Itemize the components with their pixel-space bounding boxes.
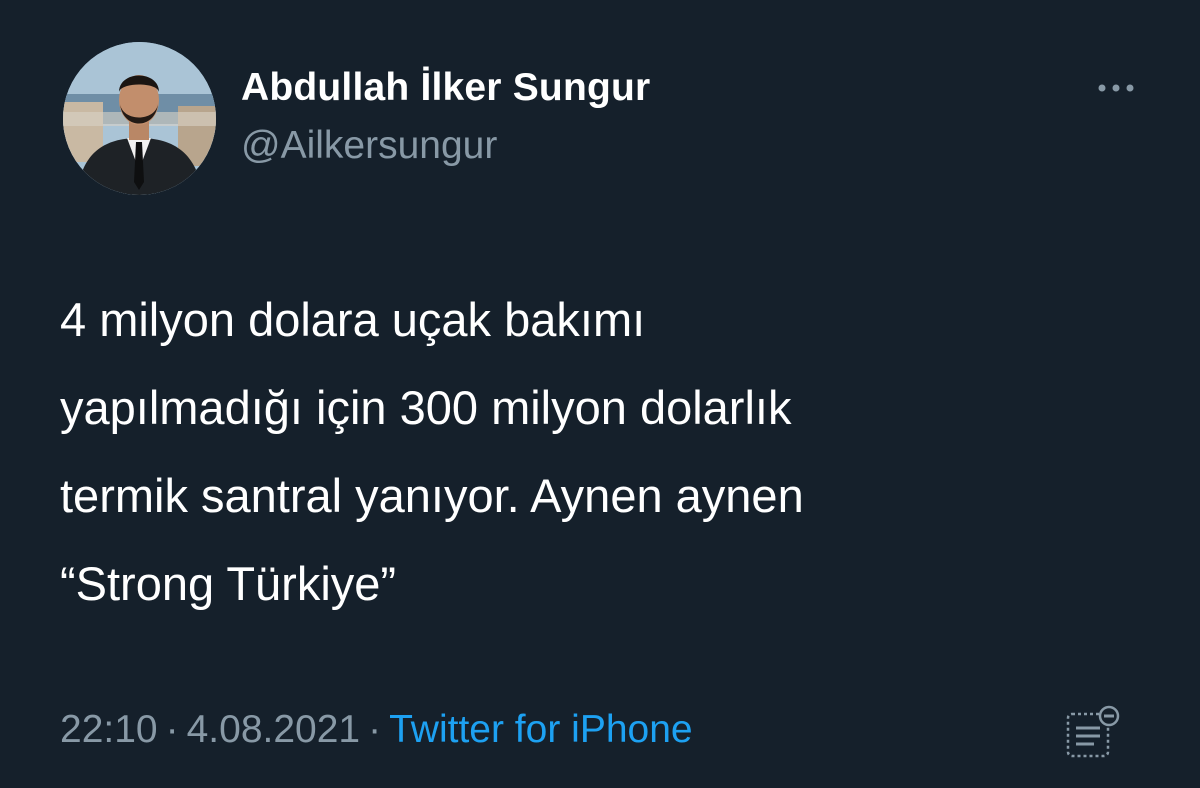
tweet-meta: 22:10 · 4.08.2021 · Twitter for iPhone: [60, 708, 693, 752]
tweet-source-link[interactable]: Twitter for iPhone: [389, 708, 692, 751]
tweet-date[interactable]: 4.08.2021: [187, 708, 361, 751]
display-name[interactable]: Abdullah İlker Sungur: [241, 66, 650, 110]
tweet-card: Abdullah İlker Sungur @Ailkersungur 4 mi…: [0, 0, 1200, 788]
tweet-analytics-icon[interactable]: [1062, 702, 1124, 764]
more-options-icon[interactable]: [1092, 76, 1140, 100]
avatar-photo: [63, 42, 216, 195]
user-handle[interactable]: @Ailkersungur: [241, 124, 497, 168]
avatar[interactable]: [63, 42, 216, 195]
meta-separator: ·: [368, 708, 382, 751]
tweet-time[interactable]: 22:10: [60, 708, 158, 751]
tweet-text: 4 milyon dolara uçak bakımı yapılmadığı …: [60, 293, 804, 610]
meta-separator: ·: [165, 708, 179, 751]
